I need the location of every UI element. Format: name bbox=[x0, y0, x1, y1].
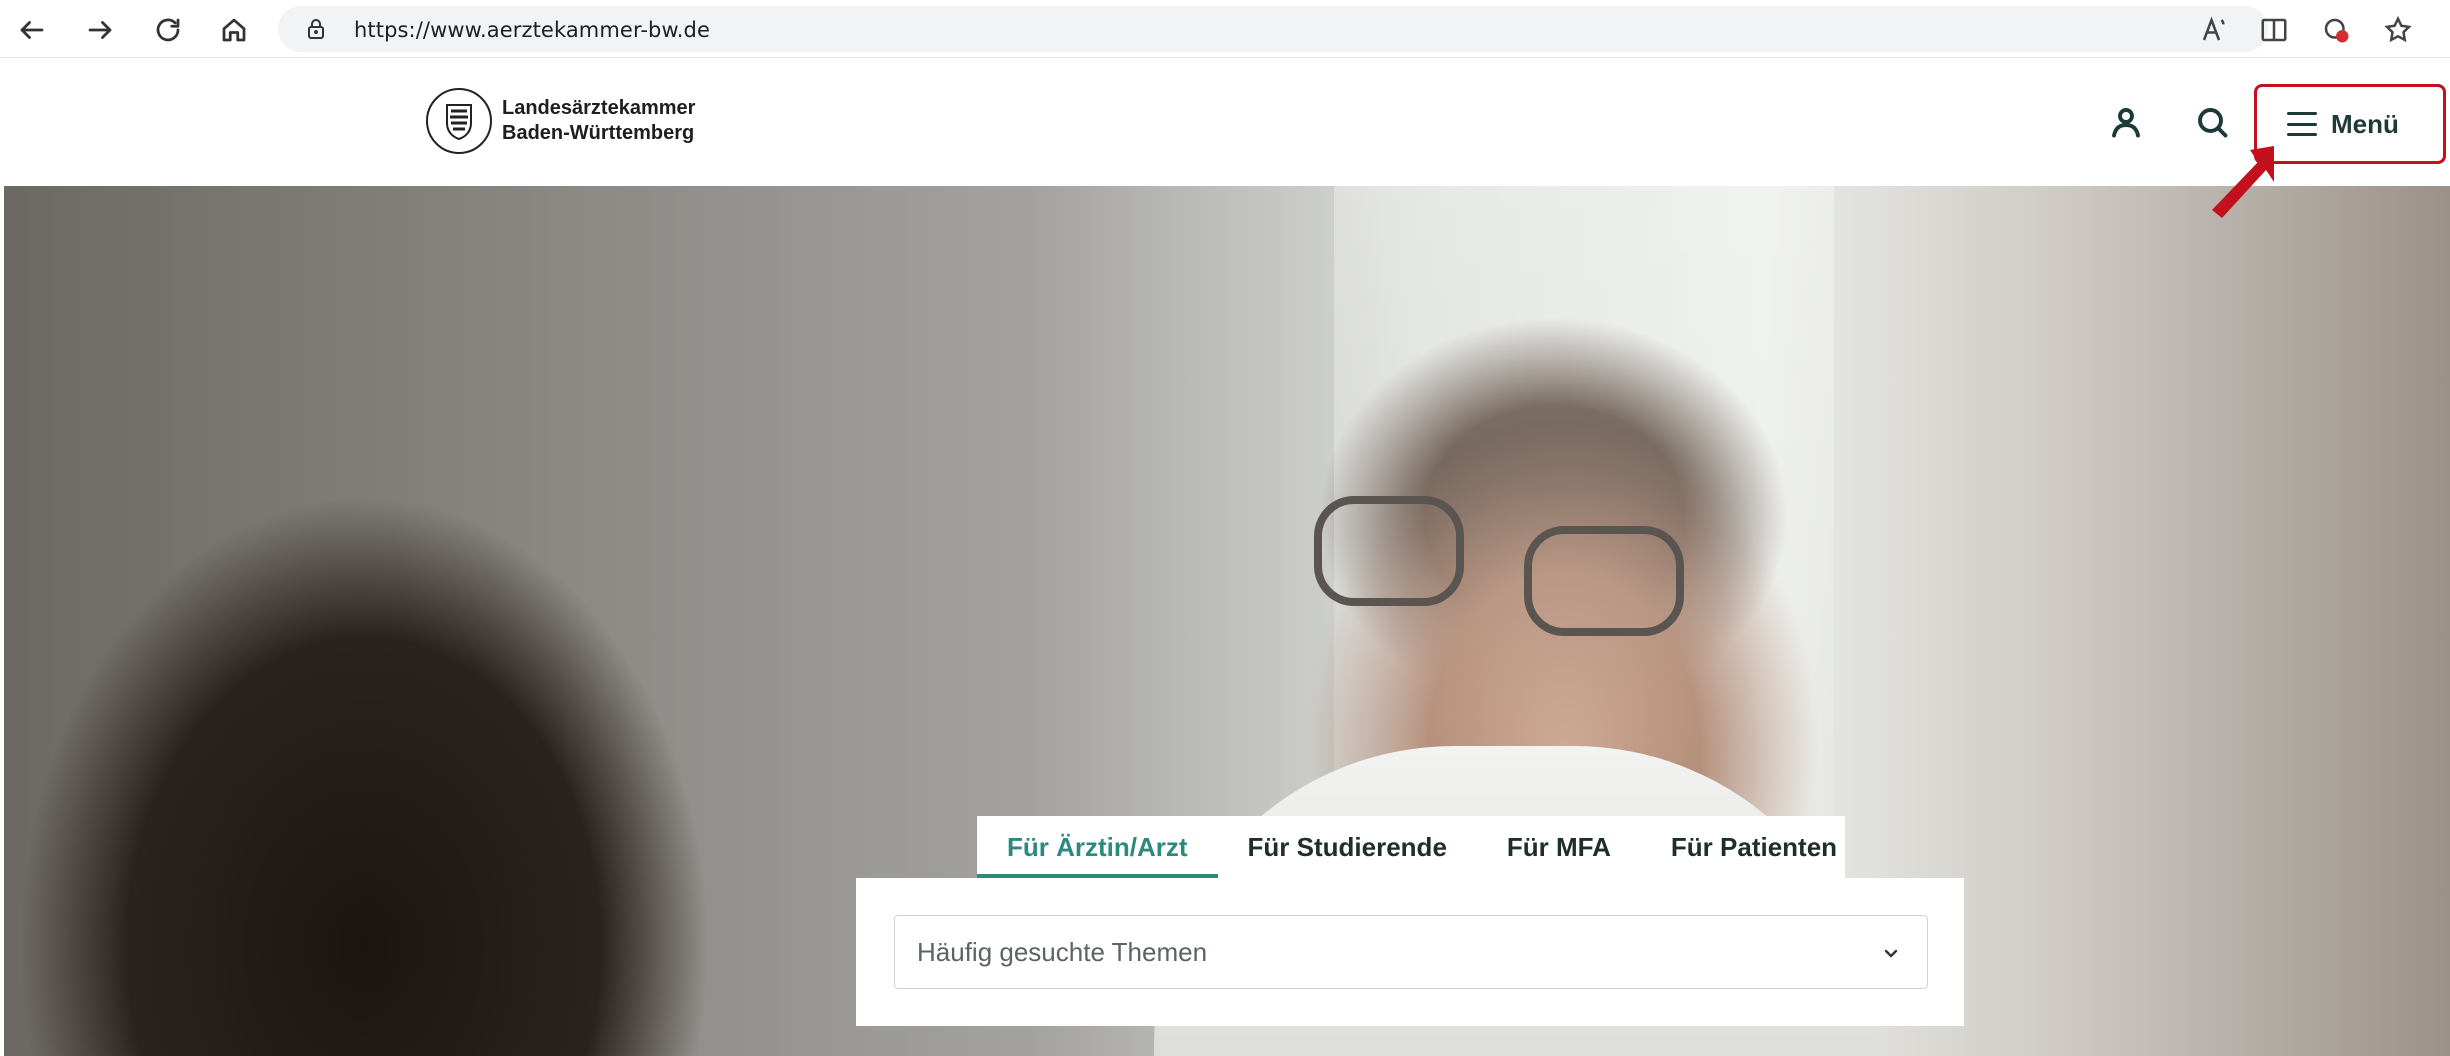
tab-aerztin-arzt[interactable]: Für Ärztin/Arzt bbox=[977, 816, 1218, 878]
tab-patienten[interactable]: Für Patienten bbox=[1641, 816, 1867, 878]
hero-glasses-right bbox=[1524, 526, 1684, 636]
hamburger-icon bbox=[2287, 112, 2317, 136]
site-logo[interactable]: Landesärztekammer Baden-Württemberg bbox=[426, 88, 695, 154]
reload-icon[interactable] bbox=[148, 10, 188, 50]
audience-tabs: Für Ärztin/Arzt Für Studierende Für MFA … bbox=[977, 816, 1845, 878]
site-header: Landesärztekammer Baden-Württemberg Menü bbox=[0, 58, 2450, 186]
address-bar[interactable]: https://www.aerztekammer-bw.de bbox=[278, 6, 2268, 52]
logo-text: Landesärztekammer Baden-Württemberg bbox=[502, 96, 695, 146]
topics-panel: Häufig gesuchte Themen bbox=[856, 878, 1964, 1026]
user-icon[interactable] bbox=[2106, 102, 2146, 142]
chevron-down-icon bbox=[1881, 943, 1901, 963]
coat-of-arms-icon bbox=[426, 88, 492, 154]
url-text[interactable]: https://www.aerztekammer-bw.de bbox=[354, 18, 710, 42]
back-arrow-icon[interactable] bbox=[12, 10, 52, 50]
tab-studierende[interactable]: Für Studierende bbox=[1218, 816, 1477, 878]
home-icon[interactable] bbox=[214, 10, 254, 50]
menu-label: Menü bbox=[2331, 108, 2399, 139]
tab-mfa[interactable]: Für MFA bbox=[1477, 816, 1641, 878]
lock-icon[interactable] bbox=[304, 17, 328, 41]
logo-line-2: Baden-Württemberg bbox=[502, 122, 695, 144]
logo-line-1: Landesärztekammer bbox=[502, 97, 696, 119]
immersive-reader-icon[interactable] bbox=[2256, 12, 2292, 48]
favorite-star-icon[interactable] bbox=[2380, 12, 2416, 48]
read-aloud-icon[interactable] bbox=[2196, 12, 2232, 48]
extension-icon[interactable] bbox=[2318, 12, 2354, 48]
hero-glasses-left bbox=[1314, 496, 1464, 606]
search-icon[interactable] bbox=[2192, 102, 2232, 142]
annotation-arrow-icon bbox=[2212, 146, 2274, 218]
browser-toolbar: https://www.aerztekammer-bw.de bbox=[0, 0, 2450, 58]
topics-select-placeholder: Häufig gesuchte Themen bbox=[917, 936, 1208, 967]
forward-arrow-icon[interactable] bbox=[80, 10, 120, 50]
topics-select[interactable]: Häufig gesuchte Themen bbox=[894, 915, 1928, 989]
